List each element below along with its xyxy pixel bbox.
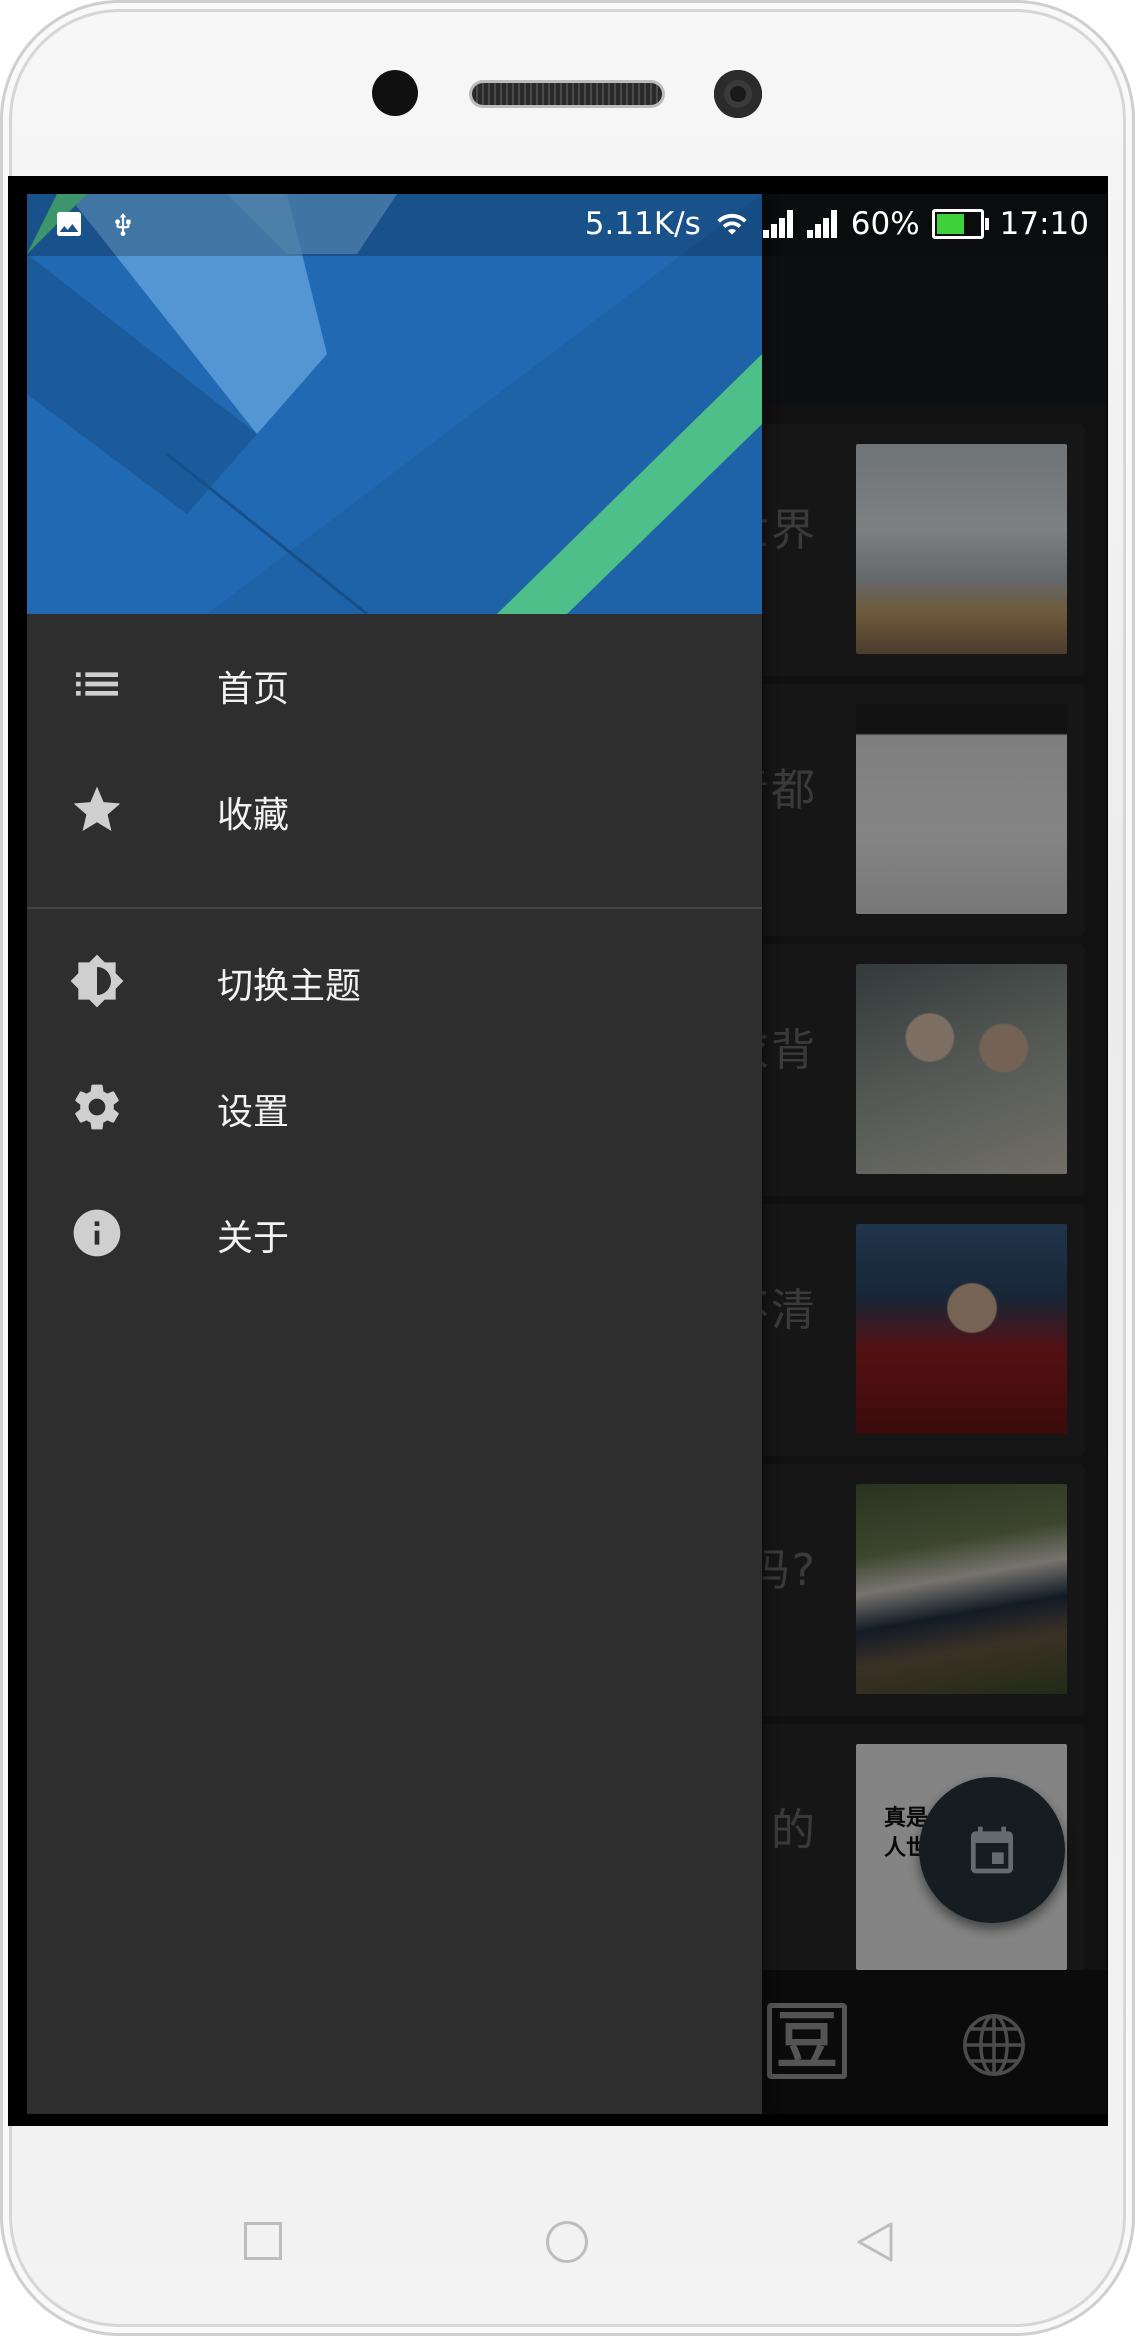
drawer-item-label: 关于 [217,1218,290,1259]
drawer-item-about[interactable]: 关于 [27,1169,762,1295]
status-time: 17:10 [999,206,1089,242]
recent-apps-button[interactable] [234,2212,294,2272]
image-icon [57,212,81,236]
drawer-item-settings[interactable]: 设置 [27,1043,762,1169]
drawer-item-label: 收藏 [217,795,290,836]
list-icon [76,672,118,696]
drawer-item-favorites[interactable]: 收藏 [27,746,762,872]
signal-icon [806,210,837,238]
circle-icon [546,2221,588,2263]
drawer-item-label: 切换主题 [217,966,362,1007]
square-icon [244,2222,282,2260]
battery-level [936,214,965,234]
earpiece-speaker [472,83,662,105]
drawer-item-label: 首页 [217,669,290,710]
star-icon [73,786,121,831]
brightness-icon [70,954,124,1008]
material-background-graphic [27,194,762,614]
proximity-sensor [714,70,762,118]
home-button[interactable] [537,2212,597,2272]
wifi-icon [717,213,747,235]
drawer-item-home[interactable]: 首页 [27,620,762,746]
front-camera [372,70,418,116]
drawer-header-image [27,194,762,614]
screen: 世界 青都 衣背 不清 吗? 的 真是 人世间 豆 首页 收藏 切换主题 设置 … [27,194,1107,2114]
navigation-drawer: 首页 收藏 切换主题 设置 关于 [27,194,762,2114]
drawer-divider [27,907,762,909]
drawer-item-switch-theme[interactable]: 切换主题 [27,917,762,1043]
battery-percent: 60% [850,206,920,242]
gear-icon [75,1084,119,1130]
status-bar: 5.11K/s 60% 17:10 [27,194,1107,256]
drawer-item-label: 设置 [217,1092,290,1133]
usb-icon [115,213,131,237]
triangle-back-icon [857,2222,893,2262]
phone-frame: 世界 青都 衣背 不清 吗? 的 真是 人世间 豆 首页 收藏 切换主题 设置 … [0,0,1135,2336]
signal-icon [762,210,793,238]
network-speed: 5.11K/s [584,206,701,242]
battery-icon [931,209,989,239]
back-button[interactable] [845,2212,905,2272]
system-navigation-bar [0,2130,1135,2336]
info-icon [73,1209,121,1257]
